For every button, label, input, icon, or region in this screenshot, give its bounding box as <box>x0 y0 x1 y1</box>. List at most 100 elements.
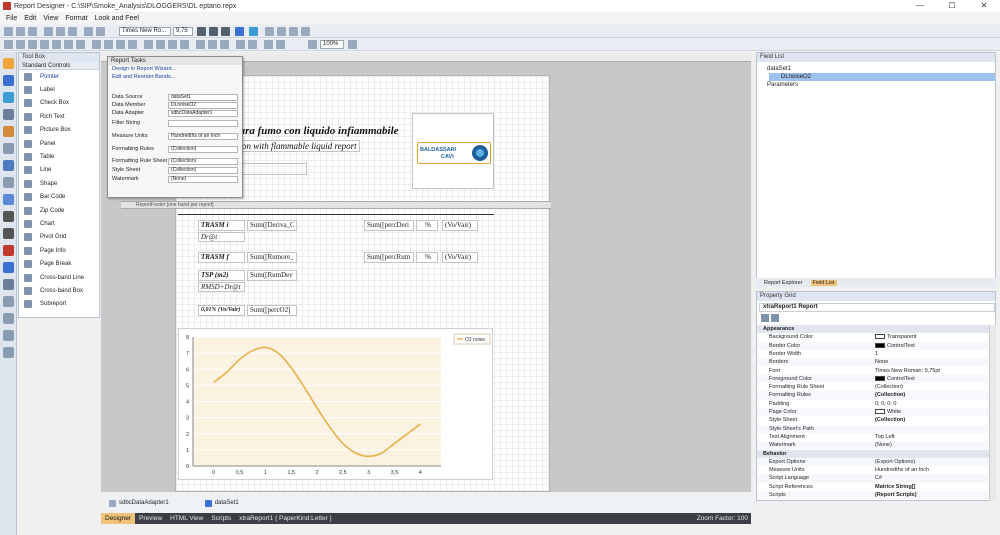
align-right-icon[interactable] <box>289 27 298 36</box>
toolbox-item[interactable]: Panel <box>19 137 99 150</box>
report-row-note[interactable]: (Vo/Vair) <box>442 220 478 231</box>
center-horizontally-icon[interactable] <box>236 40 245 49</box>
panel-tool-icon[interactable] <box>3 143 14 154</box>
property-row[interactable]: Script References Matrice String[] <box>757 483 995 491</box>
property-row[interactable]: Border Color ControlText <box>757 341 995 350</box>
property-row[interactable]: Font Times New Roman; 9,75pt <box>757 367 995 375</box>
maximize-button[interactable]: ☐ <box>936 0 968 12</box>
task-value-field[interactable] <box>168 119 238 127</box>
property-value[interactable]: (Collection) <box>875 391 905 399</box>
property-row[interactable]: Borders None <box>757 358 995 367</box>
property-row[interactable]: Style Sheet (Collection) <box>757 416 995 424</box>
report-footer-band[interactable]: ReportFooter [one band per report] <box>121 201 551 209</box>
task-value-field[interactable]: (Collection) <box>168 145 238 153</box>
tab-scripts[interactable]: Scripts <box>207 513 235 524</box>
task-value-field[interactable]: (Collection) <box>168 157 238 165</box>
tab-report-explorer[interactable]: Report Explorer <box>762 280 805 286</box>
zoom-out-icon[interactable] <box>308 40 317 49</box>
align-left-icon[interactable] <box>265 27 274 36</box>
property-value[interactable]: (Collection) <box>875 416 905 424</box>
property-value[interactable]: C# <box>875 474 882 482</box>
redo-icon[interactable] <box>96 27 105 36</box>
task-value-field[interactable]: (Collection) <box>168 166 238 174</box>
chart-control[interactable]: 0 1 2 3 4 5 6 7 8 0 0,5 1 1,5 2 2,5 3 3,5 4 O2 noise <box>178 328 493 480</box>
chart-tool-icon[interactable] <box>3 245 14 256</box>
toolbox-item[interactable]: Line <box>19 164 99 177</box>
toolbox-item[interactable]: Label <box>19 83 99 96</box>
align-center-icon[interactable] <box>277 27 286 36</box>
task-value-field[interactable]: dataSet1 <box>168 93 238 101</box>
bold-icon[interactable] <box>197 27 206 36</box>
logo-picture-box[interactable]: BALDASSARI CAVI <box>412 113 494 189</box>
report-row-expression[interactable]: Sum([Rumore_ <box>247 252 297 263</box>
toolbox-item[interactable]: Picture Box <box>19 124 99 137</box>
property-value[interactable]: None <box>875 358 888 366</box>
align-centers-icon[interactable] <box>28 40 37 49</box>
report-title-it[interactable]: ura fumo con liquido infiammabile <box>239 125 399 137</box>
menu-file[interactable]: File <box>6 15 17 22</box>
align-bottoms-icon[interactable] <box>76 40 85 49</box>
pageinfo-tool-icon[interactable] <box>3 279 14 290</box>
open-icon[interactable] <box>16 27 25 36</box>
report-row-name[interactable]: TRASM f <box>198 252 245 263</box>
table-tool-icon[interactable] <box>3 160 14 171</box>
cut-icon[interactable] <box>44 27 53 36</box>
save-icon[interactable] <box>28 27 37 36</box>
tab-html-view[interactable]: HTML View <box>166 513 207 524</box>
property-row[interactable]: Formatting Rules (Collection) <box>757 391 995 400</box>
send-to-back-icon[interactable] <box>276 40 285 49</box>
menu-view[interactable]: View <box>43 15 58 22</box>
toolbox-item[interactable]: Chart <box>19 217 99 230</box>
property-row[interactable]: Foreground Color ControlText <box>757 374 995 384</box>
property-row[interactable]: Script Language C# <box>757 474 995 483</box>
tree-item-dlnoiseo2[interactable]: DLnoiseO2 <box>769 73 995 81</box>
new-report-icon[interactable] <box>4 27 13 36</box>
report-row-name[interactable]: 0,01% (Vo/Vair) <box>198 305 245 316</box>
property-category[interactable]: Behavior <box>757 449 995 458</box>
toolbox-section[interactable]: Standard Controls <box>19 62 99 70</box>
label-tool-icon[interactable] <box>3 75 14 86</box>
report-empty-field[interactable] <box>239 163 307 175</box>
align-tops-icon[interactable] <box>52 40 61 49</box>
menu-edit[interactable]: Edit <box>24 15 36 22</box>
align-middles-icon[interactable] <box>64 40 73 49</box>
shape-tool-icon[interactable] <box>3 194 14 205</box>
task-value-field[interactable]: (None) <box>168 175 238 183</box>
line-tool-icon[interactable] <box>3 177 14 188</box>
report-row-note[interactable]: (Vo/Vair) <box>442 252 478 263</box>
increase-vspacing-icon[interactable] <box>208 40 217 49</box>
decrease-vspacing-icon[interactable] <box>220 40 229 49</box>
picture-tool-icon[interactable] <box>3 126 14 137</box>
toolbox-item[interactable]: Shape <box>19 177 99 190</box>
report-row-percent[interactable]: Sum([percRum <box>364 252 414 263</box>
report-row-unit[interactable]: % <box>416 220 438 231</box>
report-wizard-link[interactable]: Design in Report Wizard... <box>108 65 242 73</box>
categorized-icon[interactable] <box>761 314 769 322</box>
tree-item-dataset[interactable]: dataSet1 <box>767 65 791 73</box>
property-row[interactable]: Formatting Rule Sheet (Collection) <box>757 383 995 391</box>
back-color-icon[interactable] <box>249 27 258 36</box>
toolbox-item[interactable]: Check Box <box>19 97 99 110</box>
property-value[interactable]: Matrice String[] <box>875 483 915 491</box>
property-row[interactable]: Page Color White <box>757 408 995 417</box>
property-value[interactable]: ControlText <box>875 342 915 350</box>
italic-icon[interactable] <box>209 27 218 36</box>
property-value[interactable]: (Report Scripts) <box>875 491 917 499</box>
zoom-select[interactable]: 100% <box>320 40 344 49</box>
align-to-grid-icon[interactable] <box>4 40 13 49</box>
toolbox-item[interactable]: Page Break <box>19 257 99 270</box>
justify-icon[interactable] <box>301 27 310 36</box>
same-size-icon[interactable] <box>128 40 137 49</box>
property-row[interactable]: Scripts (Report Scripts) <box>757 491 995 500</box>
report-row-expression[interactable]: Sum([Deriva_C <box>247 220 297 231</box>
property-value[interactable]: White <box>875 408 901 416</box>
bring-to-front-icon[interactable] <box>264 40 273 49</box>
object-selector[interactable]: xtraReport1 Report <box>759 303 995 312</box>
crossband-line-tool-icon[interactable] <box>3 313 14 324</box>
underline-icon[interactable] <box>221 27 230 36</box>
property-row[interactable]: Background Color Transparent <box>757 333 995 341</box>
report-row-expression[interactable]: Sum([RumDev <box>247 270 297 281</box>
report-title-en[interactable]: on with flammable liquid report <box>239 140 360 152</box>
property-category[interactable]: Appearance <box>757 325 995 334</box>
property-value[interactable]: ControlText <box>875 375 915 383</box>
